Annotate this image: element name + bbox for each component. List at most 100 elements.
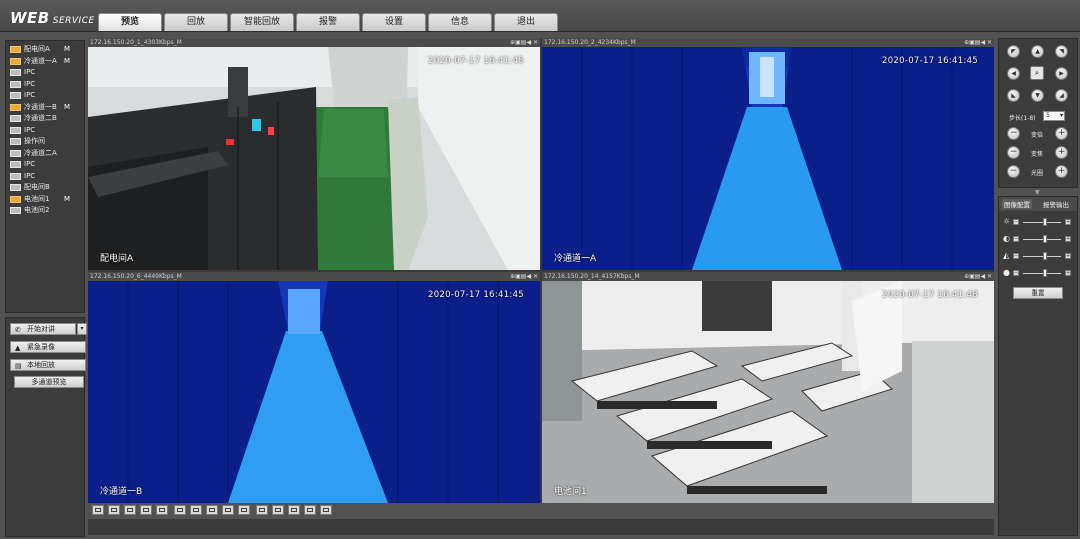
pane-toolbar-icons[interactable]: ⊕▣▤◀ ✕ <box>964 38 992 47</box>
pane-toolbar-icons[interactable]: ⊕▣▤◀ ✕ <box>510 38 538 47</box>
tab-alarm[interactable]: 报警 <box>296 13 360 31</box>
channel-tree-item[interactable]: 冷通道二B <box>6 113 84 125</box>
layout-custom-button[interactable] <box>288 505 300 515</box>
video-pane-4[interactable]: 172.16.150.20_14_4157Kbps_M ⊕▣▤◀ ✕ 2020-… <box>542 272 994 503</box>
contrast-slider-knob[interactable] <box>1042 235 1047 243</box>
reset-button[interactable]: 重置 <box>1013 287 1063 299</box>
stream-flag: M <box>64 45 71 53</box>
saturation-increase-button[interactable]: + <box>1065 253 1071 259</box>
saturation-slider-row: ◭ − + <box>1003 251 1075 261</box>
chevron-down-icon[interactable]: ▾ <box>77 323 87 335</box>
camera-icon <box>10 207 21 214</box>
layout-16-button[interactable] <box>206 505 218 515</box>
channel-tree-item[interactable]: IPC <box>6 171 84 183</box>
tab-logout[interactable]: 退出 <box>494 13 558 31</box>
channel-label-overlay: 配电间A <box>100 254 134 264</box>
layout-25-button[interactable] <box>238 505 250 515</box>
local-playback-button[interactable]: ▤ 本地回放 <box>10 359 86 371</box>
ptz-zoom-region-icon[interactable]: ⌕ <box>1030 66 1044 80</box>
multi-preview-button[interactable]: 多通道预览 <box>14 376 84 388</box>
brightness-slider-knob[interactable] <box>1042 218 1047 226</box>
ptz-up-left-button[interactable]: ◤ <box>1007 45 1020 58</box>
multi-preview-label: 多通道预览 <box>31 378 67 386</box>
tab-preview[interactable]: 预览 <box>98 13 162 31</box>
layout-9-button[interactable] <box>174 505 186 515</box>
layout-13-button[interactable] <box>190 505 202 515</box>
channel-tree-item[interactable]: IPC <box>6 79 84 91</box>
saturation-icon: ◭ <box>1003 251 1010 260</box>
layout-20-button[interactable] <box>222 505 234 515</box>
saturation-slider-knob[interactable] <box>1042 252 1047 260</box>
tab-settings[interactable]: 设置 <box>362 13 426 31</box>
stream-flag: M <box>64 56 71 65</box>
video-pane-1[interactable]: 172.16.150.20_1_4303Kbps_M ⊕▣▤◀ ✕ 2020-0… <box>88 38 540 270</box>
focus-row: − 变焦 + <box>1007 146 1073 160</box>
zoom-minus-button[interactable]: − <box>1007 127 1020 140</box>
brightness-increase-button[interactable]: + <box>1065 219 1071 225</box>
step-select[interactable]: 5 <box>1043 111 1065 121</box>
channel-tree-item[interactable]: 电池间2 <box>6 205 84 217</box>
fullscreen-button[interactable] <box>140 505 152 515</box>
channel-tree-item[interactable]: 冷通道一B M <box>6 102 84 114</box>
channel-label: IPC <box>24 91 36 99</box>
hue-decrease-button[interactable]: − <box>1013 270 1019 276</box>
layout-4-button[interactable] <box>108 505 120 515</box>
hue-increase-button[interactable]: + <box>1065 270 1071 276</box>
channel-tree-item[interactable]: IPC <box>6 90 84 102</box>
saturation-decrease-button[interactable]: − <box>1013 253 1019 259</box>
ptz-up-right-button[interactable]: ◥ <box>1055 45 1068 58</box>
cold-aisle-a-video <box>542 47 994 270</box>
timestamp-overlay: 2020-07-17 16:41:45 <box>882 56 978 66</box>
tab-playback[interactable]: 回放 <box>164 13 228 31</box>
zoom-plus-button[interactable]: + <box>1055 127 1068 140</box>
brightness-decrease-button[interactable]: − <box>1013 219 1019 225</box>
layout-36-button[interactable] <box>256 505 268 515</box>
channel-tree-item[interactable]: 冷通道一A M <box>6 56 84 68</box>
focus-minus-button[interactable]: − <box>1007 146 1020 159</box>
iris-minus-button[interactable]: − <box>1007 165 1020 178</box>
talk-button[interactable]: ✆ 开始对讲 ▾ <box>10 323 87 335</box>
stream-flag: M <box>64 194 71 203</box>
channel-tree-item[interactable]: IPC <box>6 159 84 171</box>
pane-toolbar-icons[interactable]: ⊕▣▤◀ ✕ <box>964 272 992 281</box>
tab-info[interactable]: 信息 <box>428 13 492 31</box>
layout-next-button[interactable] <box>320 505 332 515</box>
layout-prev-button[interactable] <box>304 505 316 515</box>
channel-tree-item[interactable]: 电池间1 M <box>6 194 84 206</box>
layout-8-button[interactable] <box>156 505 168 515</box>
tab-alarm-output[interactable]: 报警输出 <box>1043 199 1069 209</box>
channel-label-overlay: 冷通道一B <box>100 487 143 497</box>
pane-header-text: 172.16.150.20_2_4234Kbps_M <box>544 39 636 46</box>
video-pane-2[interactable]: 172.16.150.20_2_4234Kbps_M ⊕▣▤◀ ✕ 2020-07… <box>542 38 994 270</box>
channel-tree-item[interactable]: 冷通道二A <box>6 148 84 160</box>
logo-service: SERVICE <box>52 16 95 26</box>
channel-tree-item[interactable]: 配电间B <box>6 182 84 194</box>
ptz-down-button[interactable]: ▼ <box>1031 89 1044 102</box>
emergency-record-button[interactable]: ▲ 紧急录像 <box>10 341 86 353</box>
web-service-app: WEB SERVICE 预览 回放 智能回放 报警 设置 信息 退出 配电间A M 冷… <box>0 0 1080 539</box>
iris-plus-button[interactable]: + <box>1055 165 1068 178</box>
channel-tree-item[interactable]: 操作间 <box>6 136 84 148</box>
collapse-arrow-icon[interactable]: ▼ <box>1035 189 1040 196</box>
channel-tree-item[interactable]: IPC <box>6 125 84 137</box>
tab-smart-playback[interactable]: 智能回放 <box>230 13 294 31</box>
tab-image-config[interactable]: 图像配置 <box>1002 199 1032 209</box>
focus-plus-button[interactable]: + <box>1055 146 1068 159</box>
channel-tree-item[interactable]: 配电间A M <box>6 44 84 56</box>
layout-1-button[interactable] <box>92 505 104 515</box>
hue-slider-knob[interactable] <box>1042 269 1047 277</box>
camera-icon <box>10 161 21 168</box>
ptz-down-right-button[interactable]: ◢ <box>1055 89 1068 102</box>
ptz-up-button[interactable]: ▲ <box>1031 45 1044 58</box>
contrast-decrease-button[interactable]: − <box>1013 236 1019 242</box>
ptz-left-button[interactable]: ◀ <box>1007 67 1020 80</box>
contrast-increase-button[interactable]: + <box>1065 236 1071 242</box>
video-pane-3[interactable]: 172.16.150.20_6_4449Kbps_M ⊕▣▤◀ ✕ 2020-07… <box>88 272 540 503</box>
ptz-down-left-button[interactable]: ◣ <box>1007 89 1020 102</box>
ptz-right-button[interactable]: ▶ <box>1055 67 1068 80</box>
channel-tree-item[interactable]: IPC <box>6 67 84 79</box>
channel-label: IPC <box>24 160 36 168</box>
layout-64-button[interactable] <box>272 505 284 515</box>
pane-toolbar-icons[interactable]: ⊕▣▤◀ ✕ <box>510 272 538 281</box>
layout-6-button[interactable] <box>124 505 136 515</box>
